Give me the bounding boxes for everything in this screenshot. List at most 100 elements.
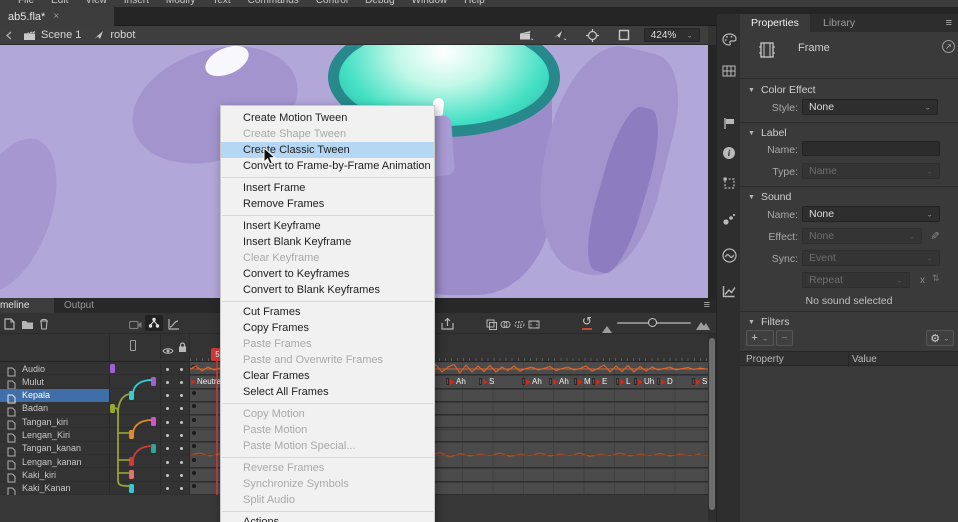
timeline-zoom-in-icon[interactable] (696, 317, 710, 335)
frame-label[interactable]: S (692, 377, 707, 386)
start-onion-skin-icon[interactable] (486, 317, 497, 335)
swatches-icon[interactable] (720, 62, 738, 80)
brush-dots-icon[interactable] (720, 210, 738, 228)
frame-label[interactable]: E (592, 377, 607, 386)
menu-control[interactable]: Control (316, 0, 348, 6)
timeline-panel-menu-icon[interactable]: ≡ (704, 299, 710, 311)
menu-item-paste-motion: Paste Motion (221, 422, 434, 438)
symbol-breadcrumb[interactable]: robot (110, 29, 135, 41)
timeline-zoom-slider-knob[interactable] (648, 318, 657, 327)
edit-scene-icon[interactable] (520, 30, 534, 41)
menu-item-copy-frames[interactable]: Copy Frames (221, 320, 434, 336)
tab-timeline[interactable]: Timeline (0, 298, 54, 313)
menu-text[interactable]: Text (212, 0, 230, 6)
frame-label[interactable]: Ah (522, 377, 542, 386)
menu-item-insert-keyframe[interactable]: Insert Keyframe (221, 218, 434, 234)
section-label[interactable]: ▼ Label (748, 127, 787, 139)
frame-label[interactable]: Ah (446, 377, 466, 386)
info-icon[interactable]: i (720, 144, 738, 162)
section-sound[interactable]: ▼ Sound (748, 191, 791, 203)
close-tab-icon[interactable]: × (53, 11, 59, 22)
menu-insert[interactable]: Insert (124, 0, 149, 6)
clapperboard-icon[interactable] (23, 30, 36, 41)
edit-symbols-icon[interactable] (553, 30, 567, 41)
menu-item-convert-to-blank-keyframes[interactable]: Convert to Blank Keyframes (221, 282, 434, 298)
menu-item-create-classic-tween[interactable]: Create Classic Tween (221, 142, 434, 158)
menu-item-remove-frames[interactable]: Remove Frames (221, 196, 434, 212)
menu-item-cut-frames[interactable]: Cut Frames (221, 304, 434, 320)
new-folder-icon[interactable] (21, 317, 34, 335)
help-link-icon[interactable]: ↗ (942, 40, 955, 53)
edit-multiple-frames-icon[interactable] (528, 317, 540, 335)
new-layer-icon[interactable] (4, 317, 15, 335)
frame-label[interactable]: Uh (634, 377, 654, 386)
menu-modify[interactable]: Modify (166, 0, 195, 6)
zoom-level-dropdown[interactable]: 424% ⌄ (644, 28, 700, 42)
menu-item-clear-frames[interactable]: Clear Frames (221, 368, 434, 384)
frame-label-neutral[interactable]: Neutral (191, 377, 223, 386)
menu-debug[interactable]: Debug (365, 0, 394, 6)
timeline-vertical-scrollbar[interactable] (708, 334, 716, 520)
properties-panel-menu-icon[interactable]: ≡ (946, 17, 952, 29)
frame-label[interactable]: Ah (549, 377, 569, 386)
menu-file[interactable]: File (18, 0, 34, 6)
mouse-cursor (263, 147, 276, 166)
sound-name-dropdown[interactable]: None ⌄ (802, 206, 940, 222)
frame-label[interactable]: L (616, 377, 630, 386)
submenu-arrow-icon: › (421, 158, 425, 174)
menu-item-insert-blank-keyframe[interactable]: Insert Blank Keyframe (221, 234, 434, 250)
graph-editor-icon[interactable] (168, 317, 180, 335)
repeat-stepper-icon: ⇅ (932, 273, 940, 284)
menu-commands[interactable]: Commands (248, 0, 299, 6)
panel-gutter (708, 45, 716, 298)
filters-table-header: Property Value (740, 351, 958, 366)
tab-properties[interactable]: Properties (740, 14, 810, 32)
back-arrow-icon[interactable] (5, 31, 13, 40)
parent-column-header-icon (130, 340, 136, 351)
motion-editor-chart-icon[interactable] (720, 282, 738, 300)
camera-icon[interactable] (129, 317, 142, 335)
creative-cloud-icon[interactable] (720, 246, 738, 264)
frame-label[interactable]: D (657, 377, 673, 386)
align-flag-icon[interactable] (720, 114, 738, 132)
color-palette-icon[interactable] (720, 30, 738, 48)
menu-item-create-motion-tween[interactable]: Create Motion Tween (221, 110, 434, 126)
remove-filter-button[interactable]: − (776, 330, 793, 346)
scene-breadcrumb[interactable]: Scene 1 (41, 29, 81, 41)
loop-playback-icon[interactable]: ↺ (582, 314, 592, 330)
lock-icon[interactable] (178, 340, 187, 358)
onion-skin-icon[interactable] (500, 317, 511, 335)
menu-item-actions[interactable]: Actions (221, 514, 434, 522)
tab-library[interactable]: Library (812, 14, 866, 32)
menu-item-select-all-frames[interactable]: Select All Frames (221, 384, 434, 400)
menu-window[interactable]: Window (412, 0, 448, 6)
section-color-effect[interactable]: ▼ Color Effect (748, 84, 816, 96)
delete-layer-trash-icon[interactable] (39, 317, 49, 335)
transform-icon[interactable] (720, 174, 738, 192)
center-stage-icon[interactable] (586, 29, 599, 42)
menu-item-convert-to-keyframes[interactable]: Convert to Keyframes (221, 266, 434, 282)
frame-label[interactable]: M (574, 377, 591, 386)
export-frames-icon[interactable] (441, 317, 454, 335)
document-tab[interactable]: ab5.fla* × (0, 7, 114, 26)
menu-view[interactable]: View (85, 0, 107, 6)
menu-item-create-shape-tween: Create Shape Tween (221, 126, 434, 142)
menu-item-convert-to-frame-by-frame[interactable]: Convert to Frame-by-Frame Animation › (221, 158, 434, 174)
frame-label[interactable]: S (479, 377, 494, 386)
section-filters[interactable]: ▼ Filters (748, 316, 790, 328)
menubar: File Edit View Insert Modify Text Comman… (0, 0, 958, 7)
style-dropdown[interactable]: None ⌄ (802, 99, 938, 115)
filter-options-gear-button[interactable]: ⚙⌄ (926, 330, 954, 346)
tab-output[interactable]: Output (54, 298, 104, 313)
menu-edit[interactable]: Edit (51, 0, 68, 6)
menu-item-insert-frame[interactable]: Insert Frame (221, 180, 434, 196)
menu-help[interactable]: Help (464, 0, 485, 6)
edit-sound-pencil-icon: ✎ (928, 231, 941, 240)
object-type-label: Frame (798, 42, 830, 54)
label-name-input[interactable] (802, 141, 940, 156)
show-parenting-view-icon[interactable] (145, 315, 163, 331)
scrollbar-thumb[interactable] (709, 338, 715, 510)
onion-skin-outlines-icon[interactable] (514, 317, 525, 335)
add-filter-button[interactable]: +⌄ (746, 330, 774, 346)
clip-content-icon[interactable] (618, 29, 630, 41)
